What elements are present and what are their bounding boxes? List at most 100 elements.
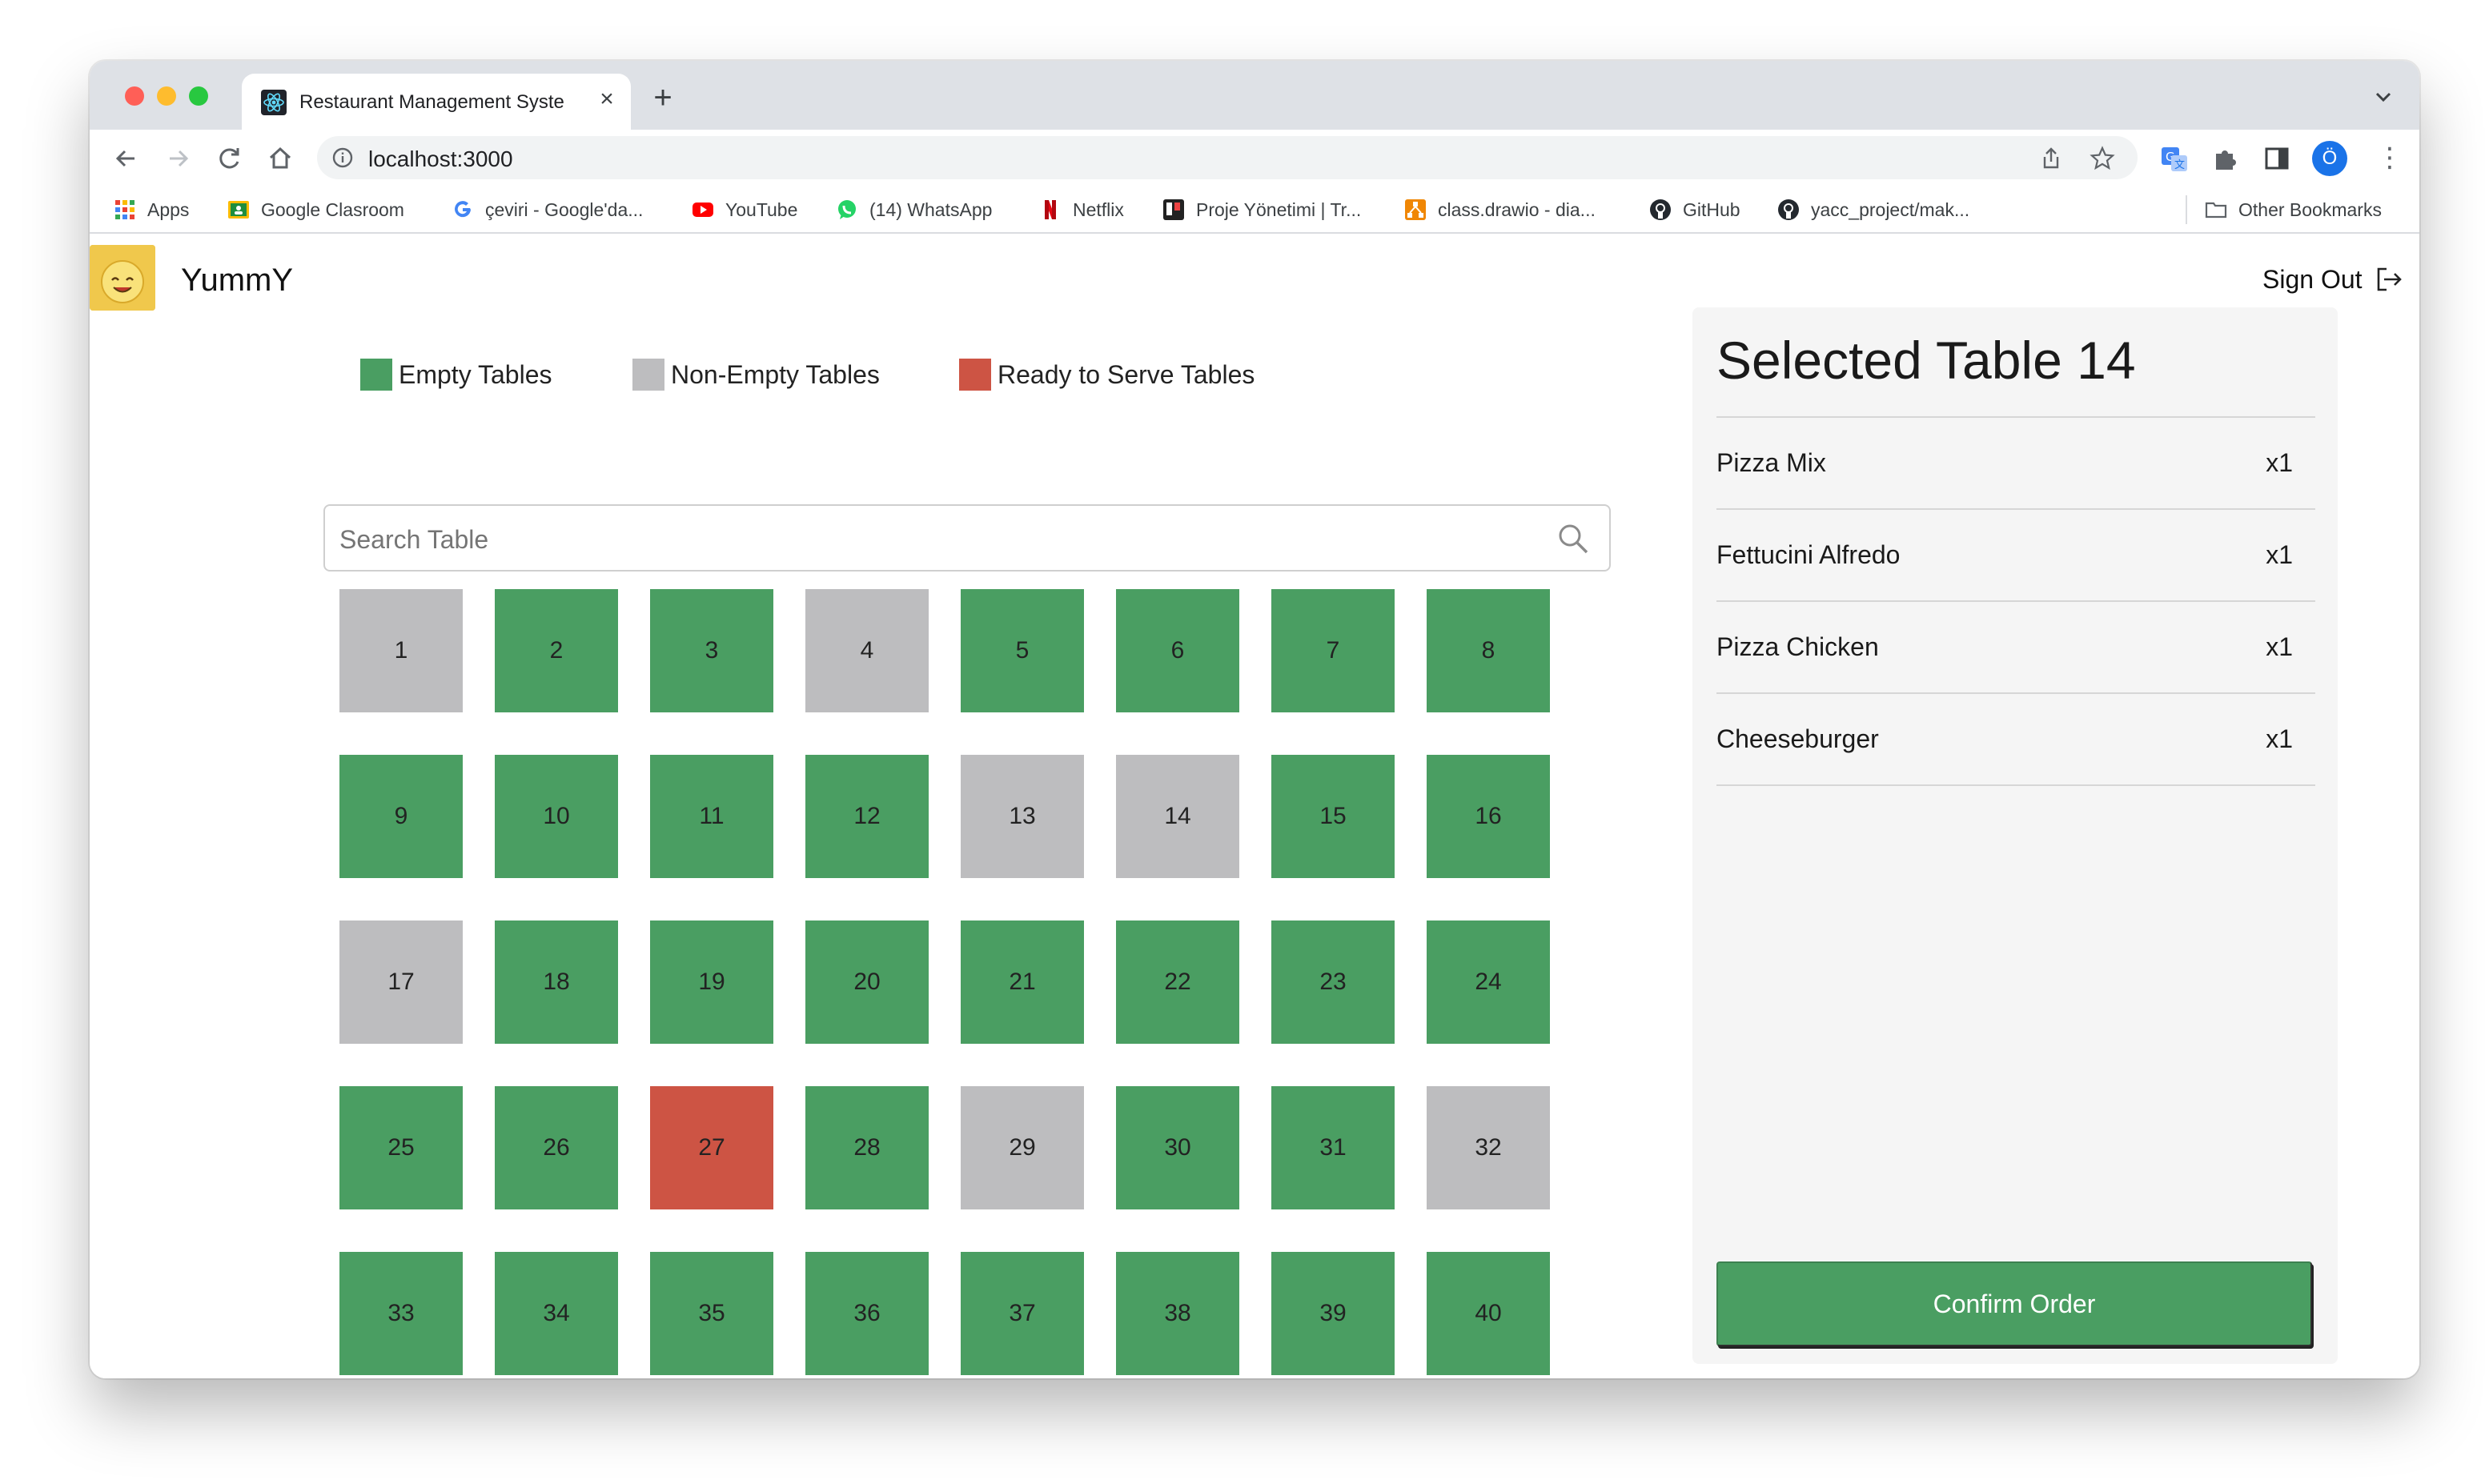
table-tile[interactable]: 17 — [339, 920, 463, 1044]
bookmark-netflix[interactable]: Netflix — [1039, 195, 1124, 224]
table-tile[interactable]: 39 — [1271, 1252, 1395, 1375]
bookmark-label: Other Bookmarks — [2238, 199, 2382, 220]
table-tile[interactable]: 22 — [1116, 920, 1239, 1044]
profile-avatar[interactable]: Ö — [2312, 141, 2347, 176]
order-item-quantity: x1 — [2266, 632, 2293, 661]
bookmark-star-icon[interactable] — [2090, 146, 2115, 171]
table-tile[interactable]: 21 — [961, 920, 1084, 1044]
tab-close-icon[interactable]: × — [592, 85, 621, 114]
table-tile[interactable]: 13 — [961, 755, 1084, 878]
table-tile[interactable]: 37 — [961, 1252, 1084, 1375]
bookmark-youtube[interactable]: YouTube — [692, 195, 797, 224]
search-icon[interactable] — [1556, 522, 1590, 555]
table-tile[interactable]: 11 — [650, 755, 773, 878]
minimize-window-button[interactable] — [157, 86, 176, 106]
whatsapp-icon — [838, 200, 856, 219]
bookmark-other-bookmarks[interactable]: Other Bookmarks — [2205, 195, 2382, 224]
browser-menu-icon[interactable]: ⋮ — [2376, 144, 2403, 173]
tab-strip: Restaurant Management Syste × + — [90, 61, 2419, 130]
table-tile[interactable]: 18 — [495, 920, 618, 1044]
url-text[interactable]: localhost:3000 — [368, 146, 513, 172]
bookmark-drawio[interactable]: class.drawio - dia... — [1404, 195, 1596, 224]
classroom-icon — [228, 201, 249, 219]
table-tile[interactable]: 34 — [495, 1252, 618, 1375]
sign-out-button[interactable]: Sign Out — [2262, 264, 2404, 295]
table-tile[interactable]: 33 — [339, 1252, 463, 1375]
table-tile[interactable]: 31 — [1271, 1086, 1395, 1209]
browser-toolbar: localhost:3000 G 文 Ö ⋮ — [90, 130, 2419, 186]
bookmark-proje-yonetimi[interactable]: Proje Yönetimi | Tr... — [1162, 195, 1361, 224]
table-tile[interactable]: 8 — [1427, 589, 1550, 712]
table-tile[interactable]: 10 — [495, 755, 618, 878]
table-tile[interactable]: 40 — [1427, 1252, 1550, 1375]
table-tile[interactable]: 32 — [1427, 1086, 1550, 1209]
bookmark-apps[interactable]: Apps — [114, 195, 189, 224]
table-tile[interactable]: 27 — [650, 1086, 773, 1209]
browser-window: Restaurant Management Syste × + localhos… — [90, 61, 2419, 1378]
selected-table-title: Selected Table 14 — [1716, 331, 2136, 390]
bookmark-whatsapp[interactable]: (14) WhatsApp — [836, 195, 992, 224]
table-tile[interactable]: 26 — [495, 1086, 618, 1209]
app-page: YummY Sign Out Empty Tables Non-Empty Ta… — [90, 235, 2419, 1378]
order-item[interactable]: Fettucini Alfredo x1 — [1716, 510, 2315, 602]
table-tile[interactable]: 2 — [495, 589, 618, 712]
table-tile[interactable]: 28 — [805, 1086, 929, 1209]
share-icon[interactable] — [2038, 146, 2064, 171]
legend-swatch-ready — [959, 359, 991, 391]
table-tile[interactable]: 24 — [1427, 920, 1550, 1044]
order-item-name: Cheeseburger — [1716, 724, 1879, 753]
table-tile[interactable]: 38 — [1116, 1252, 1239, 1375]
bookmark-yacc-project[interactable]: yacc_project/mak... — [1777, 195, 1969, 224]
search-placeholder: Search Table — [339, 525, 489, 554]
bookmark-label: YouTube — [725, 199, 798, 220]
bookmark-google-classroom[interactable]: Google Clasroom — [227, 195, 404, 224]
table-tile[interactable]: 35 — [650, 1252, 773, 1375]
table-tile[interactable]: 20 — [805, 920, 929, 1044]
legend-swatch-empty — [360, 359, 392, 391]
info-icon[interactable] — [331, 146, 354, 169]
legend-empty-tables: Empty Tables — [360, 359, 552, 391]
forward-arrow-icon[interactable] — [162, 142, 194, 174]
table-tile[interactable]: 14 — [1116, 755, 1239, 878]
home-icon[interactable] — [264, 142, 296, 174]
table-tile[interactable]: 29 — [961, 1086, 1084, 1209]
app-logo[interactable] — [90, 245, 155, 311]
bookmark-label: Google Clasroom — [261, 199, 404, 220]
table-tile[interactable]: 16 — [1427, 755, 1550, 878]
translate-extension-icon[interactable]: G 文 — [2160, 144, 2189, 173]
table-tile[interactable]: 36 — [805, 1252, 929, 1375]
order-item[interactable]: Pizza Chicken x1 — [1716, 602, 2315, 694]
table-tile[interactable]: 7 — [1271, 589, 1395, 712]
chevron-down-icon[interactable] — [2371, 85, 2395, 109]
table-tile[interactable]: 3 — [650, 589, 773, 712]
table-tile[interactable]: 6 — [1116, 589, 1239, 712]
table-tile[interactable]: 23 — [1271, 920, 1395, 1044]
order-item[interactable]: Cheeseburger x1 — [1716, 694, 2315, 786]
extensions-puzzle-icon[interactable] — [2211, 144, 2240, 173]
table-tile[interactable]: 1 — [339, 589, 463, 712]
table-tile[interactable]: 25 — [339, 1086, 463, 1209]
table-tile[interactable]: 15 — [1271, 755, 1395, 878]
browser-tab[interactable]: Restaurant Management Syste × — [242, 74, 631, 130]
new-tab-button[interactable]: + — [645, 82, 680, 117]
table-tile[interactable]: 12 — [805, 755, 929, 878]
table-tile[interactable]: 19 — [650, 920, 773, 1044]
order-item[interactable]: Pizza Mix x1 — [1716, 418, 2315, 510]
table-tile[interactable]: 9 — [339, 755, 463, 878]
confirm-order-button[interactable]: Confirm Order — [1716, 1261, 2312, 1346]
bookmarks-bar: Apps Google Clasroom çeviri - Google'da.… — [90, 186, 2419, 234]
table-tile[interactable]: 5 — [961, 589, 1084, 712]
table-tile[interactable]: 4 — [805, 589, 929, 712]
table-tile[interactable]: 30 — [1116, 1086, 1239, 1209]
maximize-window-button[interactable] — [189, 86, 208, 106]
close-window-button[interactable] — [125, 86, 144, 106]
app-title[interactable]: YummY — [181, 263, 293, 299]
bookmark-github[interactable]: GitHub — [1649, 195, 1740, 224]
bookmark-ceviri[interactable]: çeviri - Google'da... — [452, 195, 643, 224]
search-table-input[interactable]: Search Table — [323, 504, 1611, 572]
bookmark-label: GitHub — [1683, 199, 1740, 220]
back-arrow-icon[interactable] — [110, 142, 143, 174]
reload-icon[interactable] — [213, 142, 245, 174]
address-bar[interactable]: localhost:3000 — [317, 136, 2138, 179]
side-panel-icon[interactable] — [2262, 144, 2291, 173]
